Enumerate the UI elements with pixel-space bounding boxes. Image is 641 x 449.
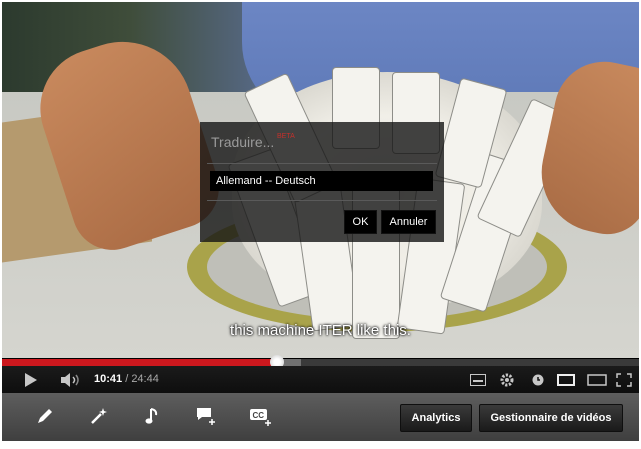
audio-note-icon[interactable] <box>145 407 161 430</box>
small-player-icon[interactable] <box>557 374 575 388</box>
annotations-add-icon[interactable] <box>196 407 218 432</box>
captions-add-icon[interactable]: CC <box>249 407 273 432</box>
svg-text:CC: CC <box>253 411 265 420</box>
fullscreen-icon[interactable] <box>616 373 632 389</box>
settings-gear-icon[interactable] <box>499 372 515 390</box>
analytics-button[interactable]: Analytics <box>400 404 472 432</box>
progress-played <box>2 359 277 366</box>
divider <box>207 200 437 201</box>
enhance-wand-icon[interactable] <box>90 407 108 430</box>
watch-later-icon[interactable] <box>532 374 544 388</box>
divider <box>207 163 437 164</box>
edit-pencil-icon[interactable] <box>36 407 54 430</box>
video-manager-button[interactable]: Gestionnaire de vidéos <box>479 404 623 432</box>
volume-icon[interactable] <box>61 373 83 389</box>
subtitle-caption: this machine ITER like this. <box>230 322 411 339</box>
time-display: 10:41 / 24:44 <box>94 373 159 385</box>
duration: / 24:44 <box>125 373 159 385</box>
captions-icon[interactable] <box>470 374 486 388</box>
video-frame[interactable]: this machine ITER like this. Traduire...… <box>2 2 639 358</box>
play-icon[interactable] <box>24 373 38 389</box>
translate-dialog: Traduire... BETA Allemand -- Deutsch OK … <box>200 122 444 242</box>
current-time: 10:41 <box>94 373 123 385</box>
cancel-button[interactable]: Annuler <box>381 210 436 234</box>
language-select[interactable]: Allemand -- Deutsch <box>210 171 433 191</box>
ok-button[interactable]: OK <box>344 210 377 234</box>
dialog-title: Traduire... <box>211 134 275 150</box>
video-player[interactable]: this machine ITER like this. Traduire...… <box>2 2 639 393</box>
beta-badge: BETA <box>277 133 295 140</box>
large-player-icon[interactable] <box>587 374 607 388</box>
editor-toolbar: CC Analytics Gestionnaire de vidéos <box>2 393 639 441</box>
